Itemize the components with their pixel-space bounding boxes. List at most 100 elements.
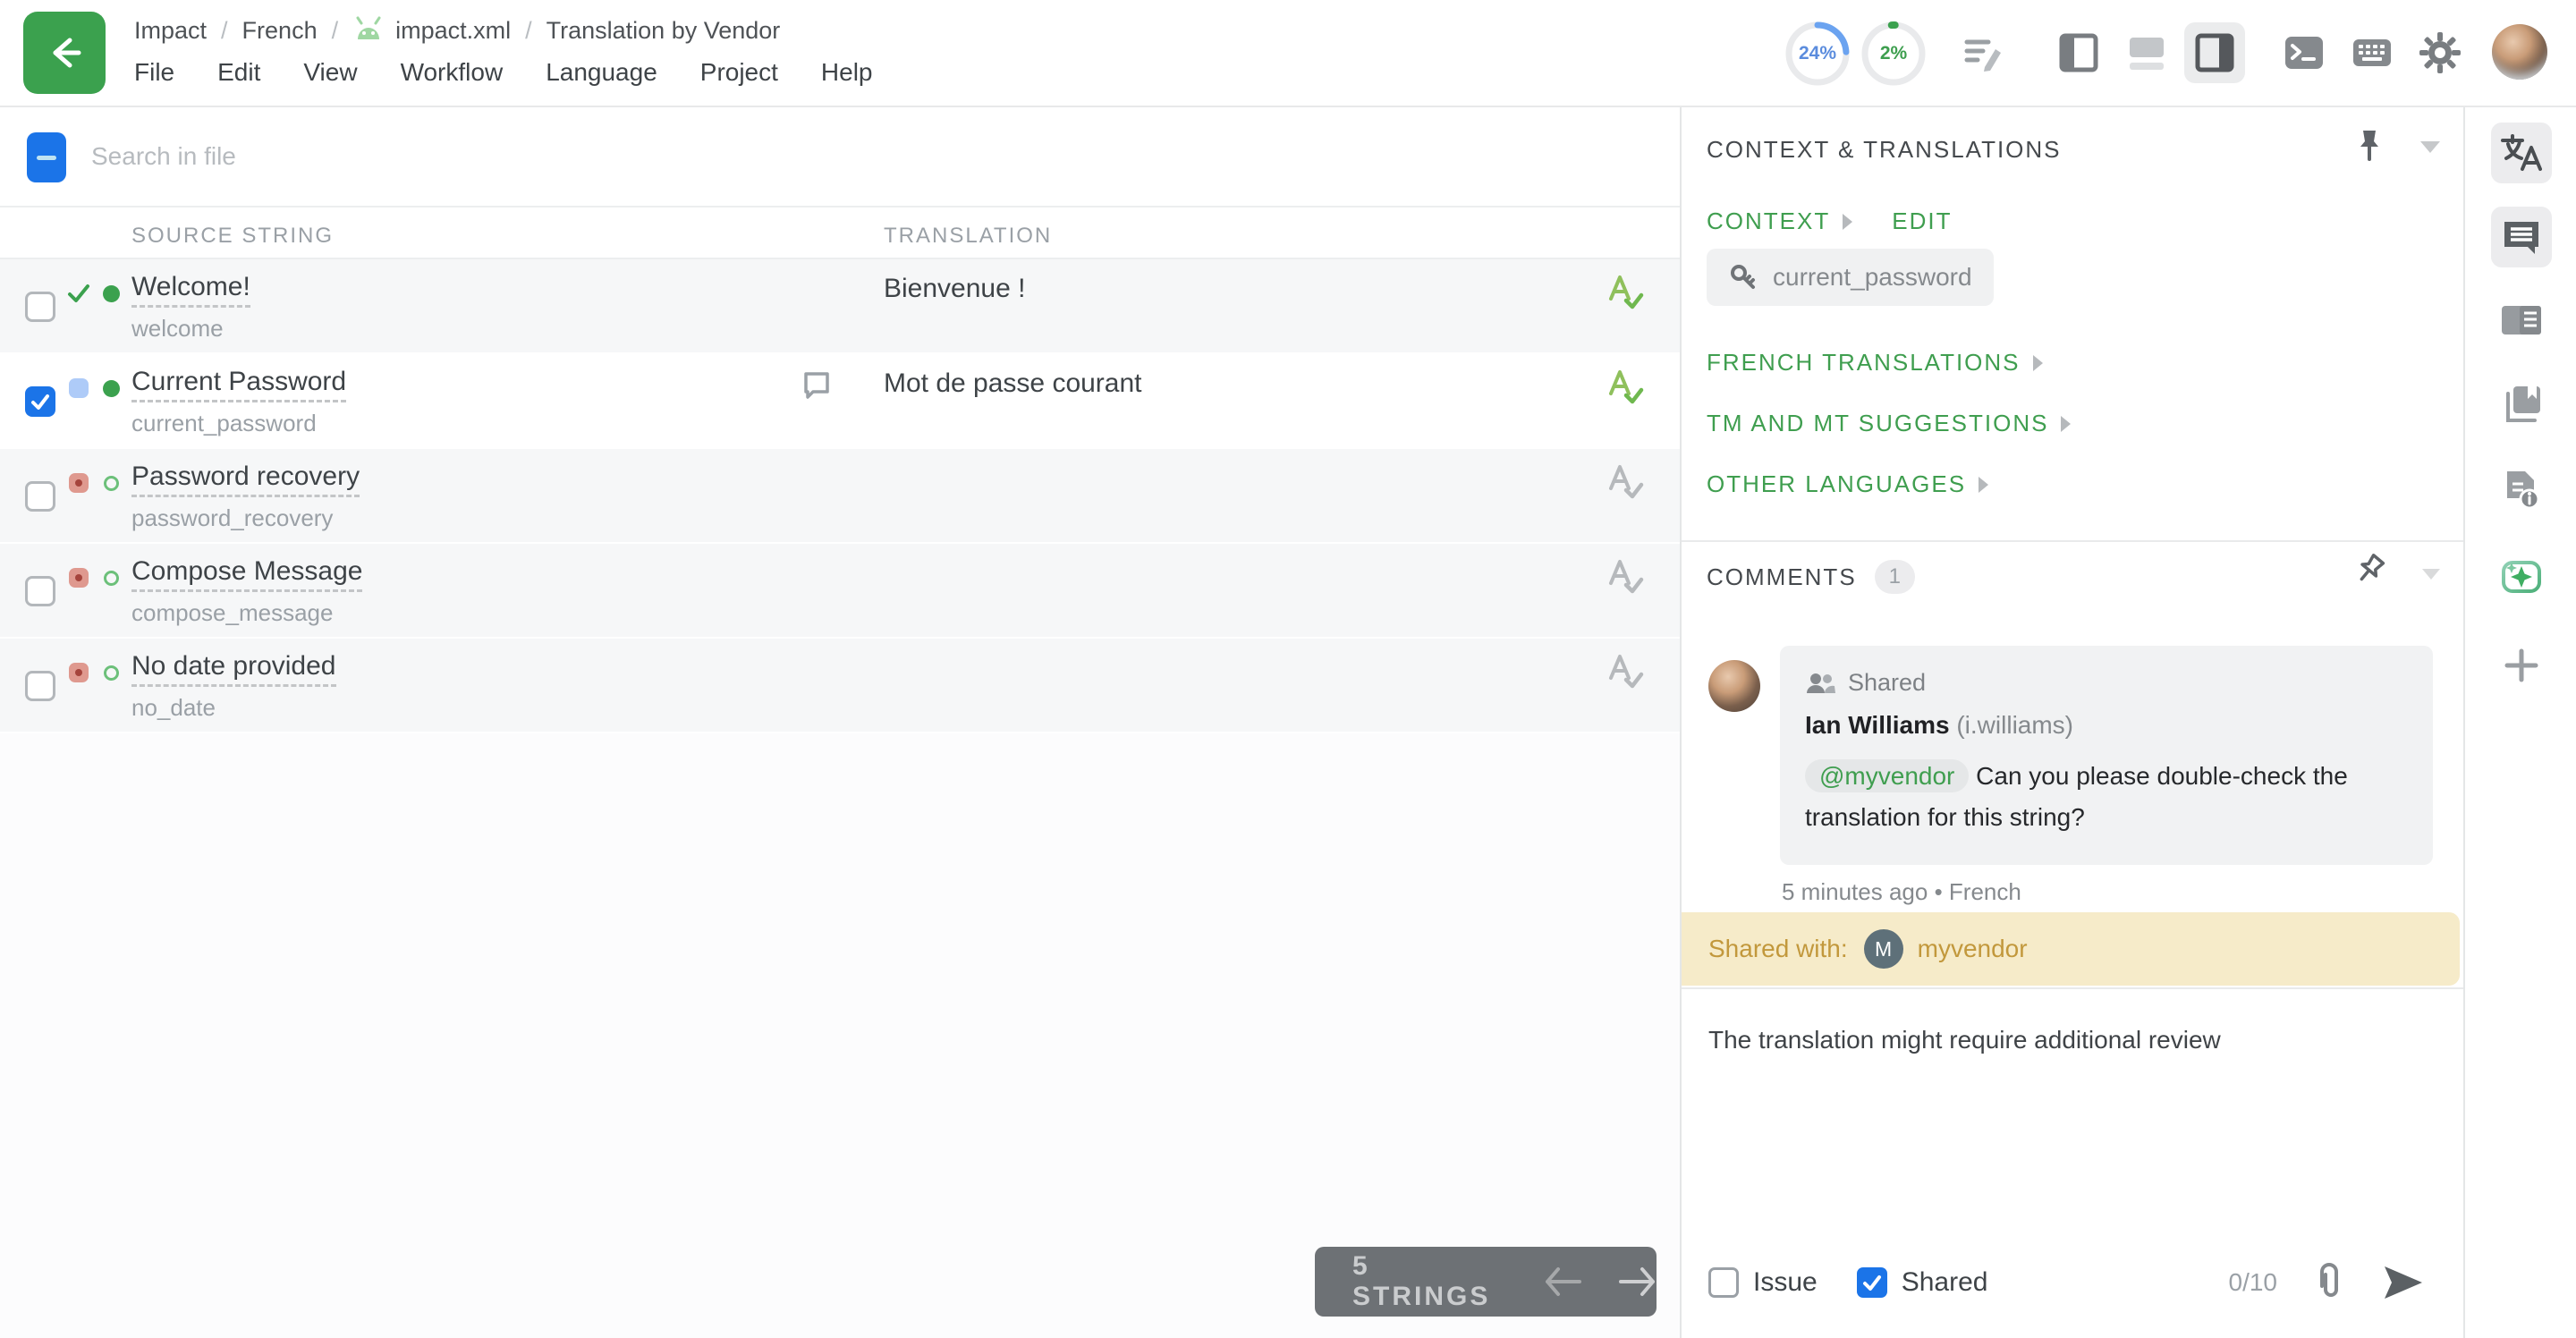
panel-divider	[1682, 540, 2465, 542]
string-key: no_date	[131, 694, 216, 722]
issue-checkbox[interactable]	[1708, 1267, 1739, 1298]
menu-file[interactable]: File	[134, 58, 174, 87]
status-approval-icon	[98, 565, 123, 590]
menu-workflow[interactable]: Workflow	[401, 58, 504, 87]
source-string[interactable]: Current Password	[131, 367, 346, 402]
comment-icon[interactable]	[801, 370, 832, 405]
previous-page-icon[interactable]	[1544, 1266, 1583, 1298]
breadcrumb-separator: /	[525, 17, 532, 45]
terms-tab-icon[interactable]	[2491, 290, 2552, 351]
row-checkbox[interactable]	[25, 386, 55, 417]
string-key: welcome	[131, 315, 224, 343]
status-approval-icon	[98, 470, 123, 495]
string-key: password_recovery	[131, 504, 333, 532]
edit-context-link[interactable]: EDIT	[1892, 207, 1952, 235]
collapse-comments-icon[interactable]	[2422, 569, 2440, 580]
source-string[interactable]: Welcome!	[131, 272, 250, 308]
add-panel-icon[interactable]	[2491, 635, 2552, 696]
translated-percent: 24%	[1783, 19, 1852, 89]
source-string[interactable]: Password recovery	[131, 462, 360, 497]
menu-language[interactable]: Language	[546, 58, 657, 87]
tm-mt-suggestions-section[interactable]: TM AND MT SUGGESTIONS	[1707, 410, 2071, 437]
menu-edit[interactable]: Edit	[217, 58, 260, 87]
shared-checkbox[interactable]	[1857, 1267, 1887, 1298]
collapse-panel-icon[interactable]	[2420, 141, 2440, 153]
status-shared-icon	[66, 376, 91, 401]
list-header: SOURCE STRING TRANSLATION	[0, 209, 1680, 259]
drafts-icon[interactable]	[1953, 22, 2013, 83]
string-row[interactable]: Current Password current_password Mot de…	[0, 354, 1680, 449]
comment-input[interactable]: The translation might require additional…	[1708, 1021, 2415, 1245]
comments-tab-icon[interactable]	[2491, 207, 2552, 267]
string-key: compose_message	[131, 599, 333, 627]
row-checkbox[interactable]	[25, 481, 55, 512]
string-row[interactable]: Compose Message compose_message	[0, 544, 1680, 639]
arrow-left-icon	[45, 33, 84, 72]
comment-message: @myvendor Can you please double-check th…	[1805, 756, 2408, 838]
user-avatar[interactable]	[2492, 24, 2547, 80]
breadcrumb: Impact / French / impact.xml / Translati…	[134, 14, 780, 47]
menu-project[interactable]: Project	[700, 58, 778, 87]
context-section-link[interactable]: CONTEXT	[1707, 207, 1852, 235]
keyboard-icon[interactable]	[2342, 22, 2402, 83]
file-info-tab-icon[interactable]	[2491, 460, 2552, 521]
comment-card: Shared Ian Williams (i.williams) @myvend…	[1780, 646, 2433, 865]
pin-panel-icon[interactable]	[2354, 127, 2385, 167]
row-checkbox[interactable]	[25, 292, 55, 322]
source-string[interactable]: No date provided	[131, 651, 336, 687]
row-checkbox[interactable]	[25, 671, 55, 701]
string-key-chip[interactable]: current_password	[1707, 249, 1994, 306]
string-row[interactable]: Password recovery password_recovery	[0, 449, 1680, 544]
breadcrumb-separator: /	[221, 17, 228, 45]
status-untranslated-icon	[66, 660, 91, 685]
french-translations-section[interactable]: FRENCH TRANSLATIONS	[1707, 349, 2043, 377]
ai-assistant-tab-icon[interactable]	[2491, 546, 2552, 607]
settings-gear-icon[interactable]	[2410, 22, 2470, 83]
spellcheck-icon	[1606, 462, 1644, 507]
spellcheck-icon	[1606, 651, 1644, 697]
translations-tab-icon[interactable]	[2491, 123, 2552, 183]
breadcrumb-file[interactable]: impact.xml	[395, 17, 511, 45]
translation-text: Mot de passe courant	[884, 368, 1142, 399]
menu-view[interactable]: View	[303, 58, 357, 87]
string-key: current_password	[131, 410, 317, 437]
next-page-icon[interactable]	[1617, 1266, 1657, 1298]
send-comment-icon[interactable]	[2383, 1265, 2424, 1300]
strings-pager: 5 STRINGS	[1315, 1247, 1657, 1317]
mention-chip[interactable]: @myvendor	[1805, 759, 1969, 792]
row-checkbox[interactable]	[25, 576, 55, 606]
breadcrumb-language[interactable]: French	[242, 17, 318, 45]
spellcheck-icon	[1606, 367, 1644, 412]
dictionary-tab-icon[interactable]	[2491, 374, 2552, 435]
shared-people-icon	[1805, 672, 1835, 695]
source-string[interactable]: Compose Message	[131, 556, 362, 592]
vendor-name[interactable]: myvendor	[1918, 935, 2028, 963]
vendor-avatar: M	[1864, 929, 1903, 969]
layout-right-panel-icon[interactable]	[2184, 22, 2245, 83]
comments-title: COMMENTS	[1707, 563, 1857, 591]
issue-label: Issue	[1753, 1267, 1818, 1298]
breadcrumb-mode[interactable]: Translation by Vendor	[547, 17, 781, 45]
attach-file-icon[interactable]	[2313, 1263, 2345, 1302]
search-input[interactable]	[91, 127, 521, 186]
string-row[interactable]: Welcome! welcome Bienvenue !	[0, 259, 1680, 354]
other-languages-section[interactable]: OTHER LANGUAGES	[1707, 470, 1988, 498]
layout-side-by-side-icon[interactable]	[2048, 22, 2109, 83]
comment-meta: 5 minutes ago • French	[1782, 878, 2021, 906]
comment-author-name[interactable]: Ian Williams	[1805, 711, 1950, 739]
shared-with-label: Shared with:	[1708, 935, 1848, 963]
select-all-checkbox[interactable]	[27, 132, 66, 182]
key-icon	[1728, 262, 1758, 292]
string-row[interactable]: No date provided no_date	[0, 639, 1680, 733]
back-button[interactable]	[23, 12, 106, 94]
breadcrumb-project[interactable]: Impact	[134, 17, 207, 45]
layout-top-bottom-icon[interactable]	[2116, 22, 2177, 83]
approved-progress-ring[interactable]: 2%	[1859, 19, 1928, 89]
unpin-comments-icon[interactable]	[2354, 553, 2386, 593]
editor-toolbar: 16 20	[0, 109, 1680, 207]
translation-column-header: TRANSLATION	[884, 224, 1052, 249]
console-icon[interactable]	[2274, 22, 2334, 83]
menu-help[interactable]: Help	[821, 58, 873, 87]
comment-shared-tag: Shared	[1848, 669, 1926, 697]
translated-progress-ring[interactable]: 24%	[1783, 19, 1852, 89]
